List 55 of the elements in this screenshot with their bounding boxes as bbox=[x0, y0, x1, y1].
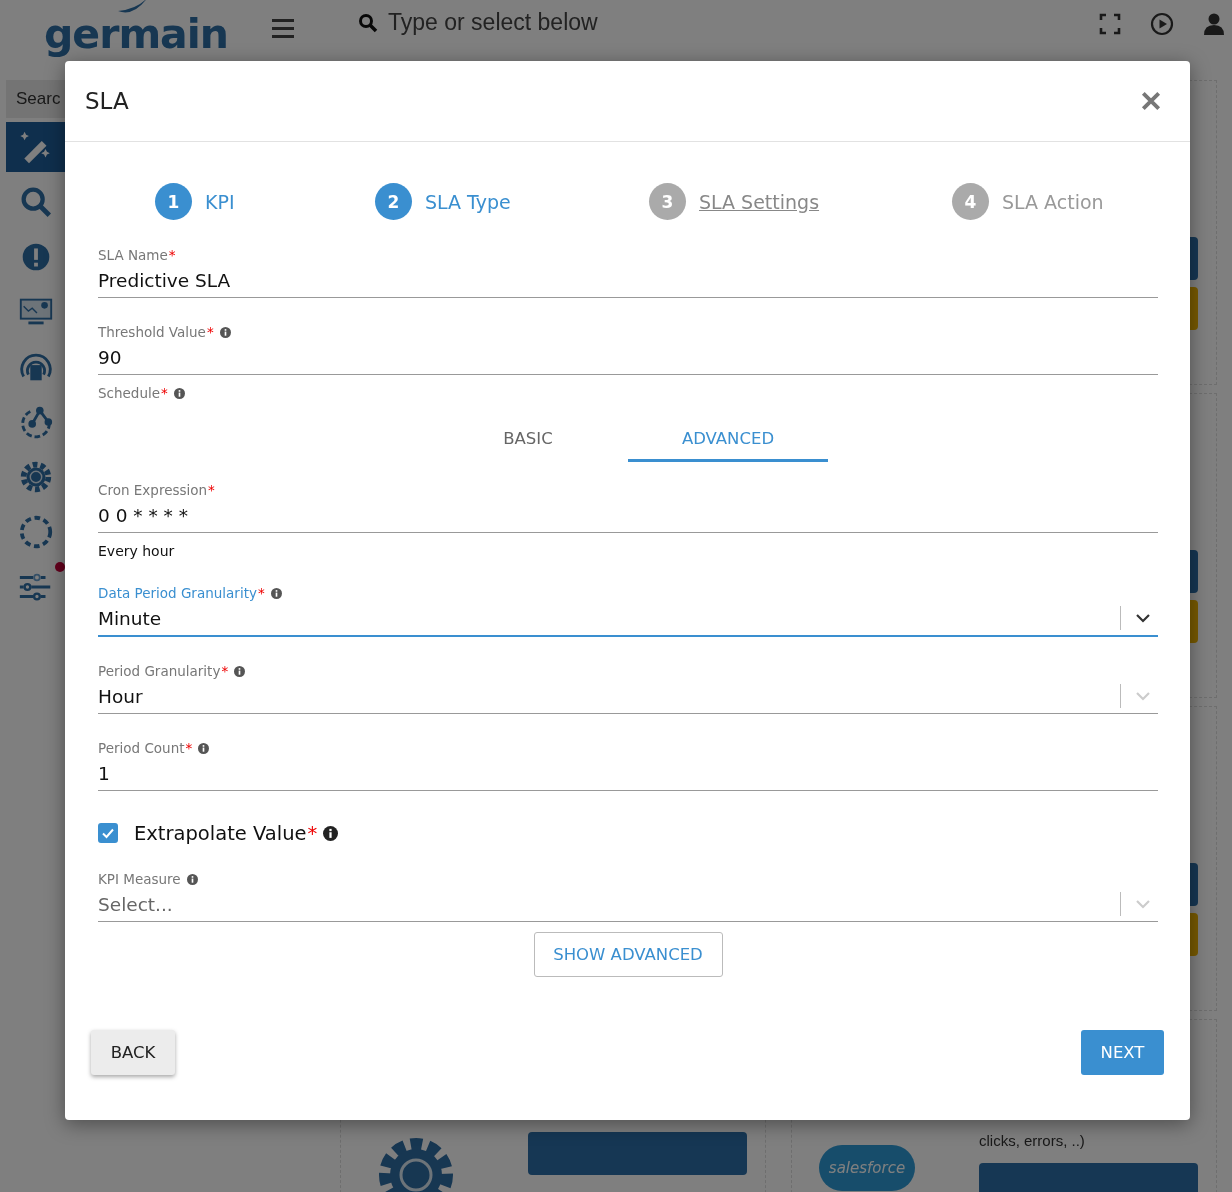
sidebar-search-field[interactable]: Searc bbox=[6, 80, 65, 118]
salesforce-logo: salesforce bbox=[818, 1145, 916, 1191]
field-label: Threshold Value bbox=[98, 324, 206, 340]
step-number: 3 bbox=[649, 183, 686, 220]
required-mark: * bbox=[206, 324, 214, 340]
step-number: 1 bbox=[155, 183, 192, 220]
germain-logo: germain bbox=[44, 9, 228, 60]
fullscreen-icon[interactable] bbox=[1098, 12, 1122, 36]
menu-icon[interactable] bbox=[272, 18, 294, 38]
required-mark: * bbox=[185, 740, 193, 756]
notification-dot bbox=[55, 562, 65, 572]
field-label: Period Granularity bbox=[98, 663, 221, 679]
field-label: KPI Measure bbox=[98, 871, 181, 887]
required-mark: * bbox=[168, 247, 176, 263]
text-field[interactable]: Predictive SLA bbox=[98, 263, 1158, 298]
text-field[interactable]: 90 bbox=[98, 340, 1158, 375]
required-mark: * bbox=[257, 585, 265, 601]
sidebar-item[interactable] bbox=[6, 122, 65, 172]
field-label: Period Count bbox=[98, 740, 185, 756]
step-number: 2 bbox=[375, 183, 412, 220]
card-description: clicks, errors, ..) bbox=[979, 1132, 1086, 1149]
field-label: Schedule bbox=[98, 385, 161, 401]
checkbox[interactable] bbox=[98, 823, 118, 843]
schedule-tab[interactable]: BASIC bbox=[428, 417, 628, 462]
dialog-title: SLA bbox=[85, 88, 129, 114]
field-label: Cron Expression bbox=[98, 482, 208, 498]
step-number: 4 bbox=[952, 183, 989, 220]
cron-description: Every hour bbox=[98, 543, 176, 559]
text-field[interactable]: 0 0 * * * * bbox=[98, 498, 1158, 533]
step-link[interactable]: SLA Type bbox=[425, 190, 511, 213]
required-mark: * bbox=[161, 385, 168, 401]
global-search-field[interactable]: Type or select below bbox=[386, 8, 790, 37]
required-mark: * bbox=[221, 663, 229, 679]
play-icon[interactable] bbox=[1150, 12, 1174, 36]
next-button[interactable]: NEXT bbox=[1081, 1030, 1164, 1075]
gear-icon bbox=[376, 1135, 456, 1192]
back-button[interactable]: BACK bbox=[91, 1030, 175, 1075]
show-advanced-button[interactable]: SHOW ADVANCED bbox=[533, 932, 723, 977]
step-link[interactable]: SLA Action bbox=[1002, 190, 1104, 213]
chevron-down-icon[interactable] bbox=[1135, 613, 1151, 623]
close-icon[interactable] bbox=[1140, 90, 1162, 112]
schedule-tab[interactable]: ADVANCED bbox=[628, 417, 828, 462]
step-link[interactable]: KPI bbox=[205, 190, 235, 213]
select-field[interactable]: Hour bbox=[98, 679, 1158, 714]
field-label: Data Period Granularity bbox=[98, 585, 257, 601]
select-field[interactable]: Minute bbox=[98, 601, 1158, 637]
checkbox-label: Extrapolate Value bbox=[134, 821, 307, 845]
search-icon bbox=[358, 12, 378, 33]
select-field[interactable]: Select... bbox=[98, 887, 1158, 922]
text-field[interactable]: 1 bbox=[98, 756, 1158, 791]
field-label: SLA Name bbox=[98, 247, 168, 263]
user-icon[interactable] bbox=[1202, 12, 1226, 36]
step-link[interactable]: SLA Settings bbox=[699, 190, 820, 213]
required-mark: * bbox=[208, 482, 215, 498]
required-mark: * bbox=[307, 821, 318, 845]
